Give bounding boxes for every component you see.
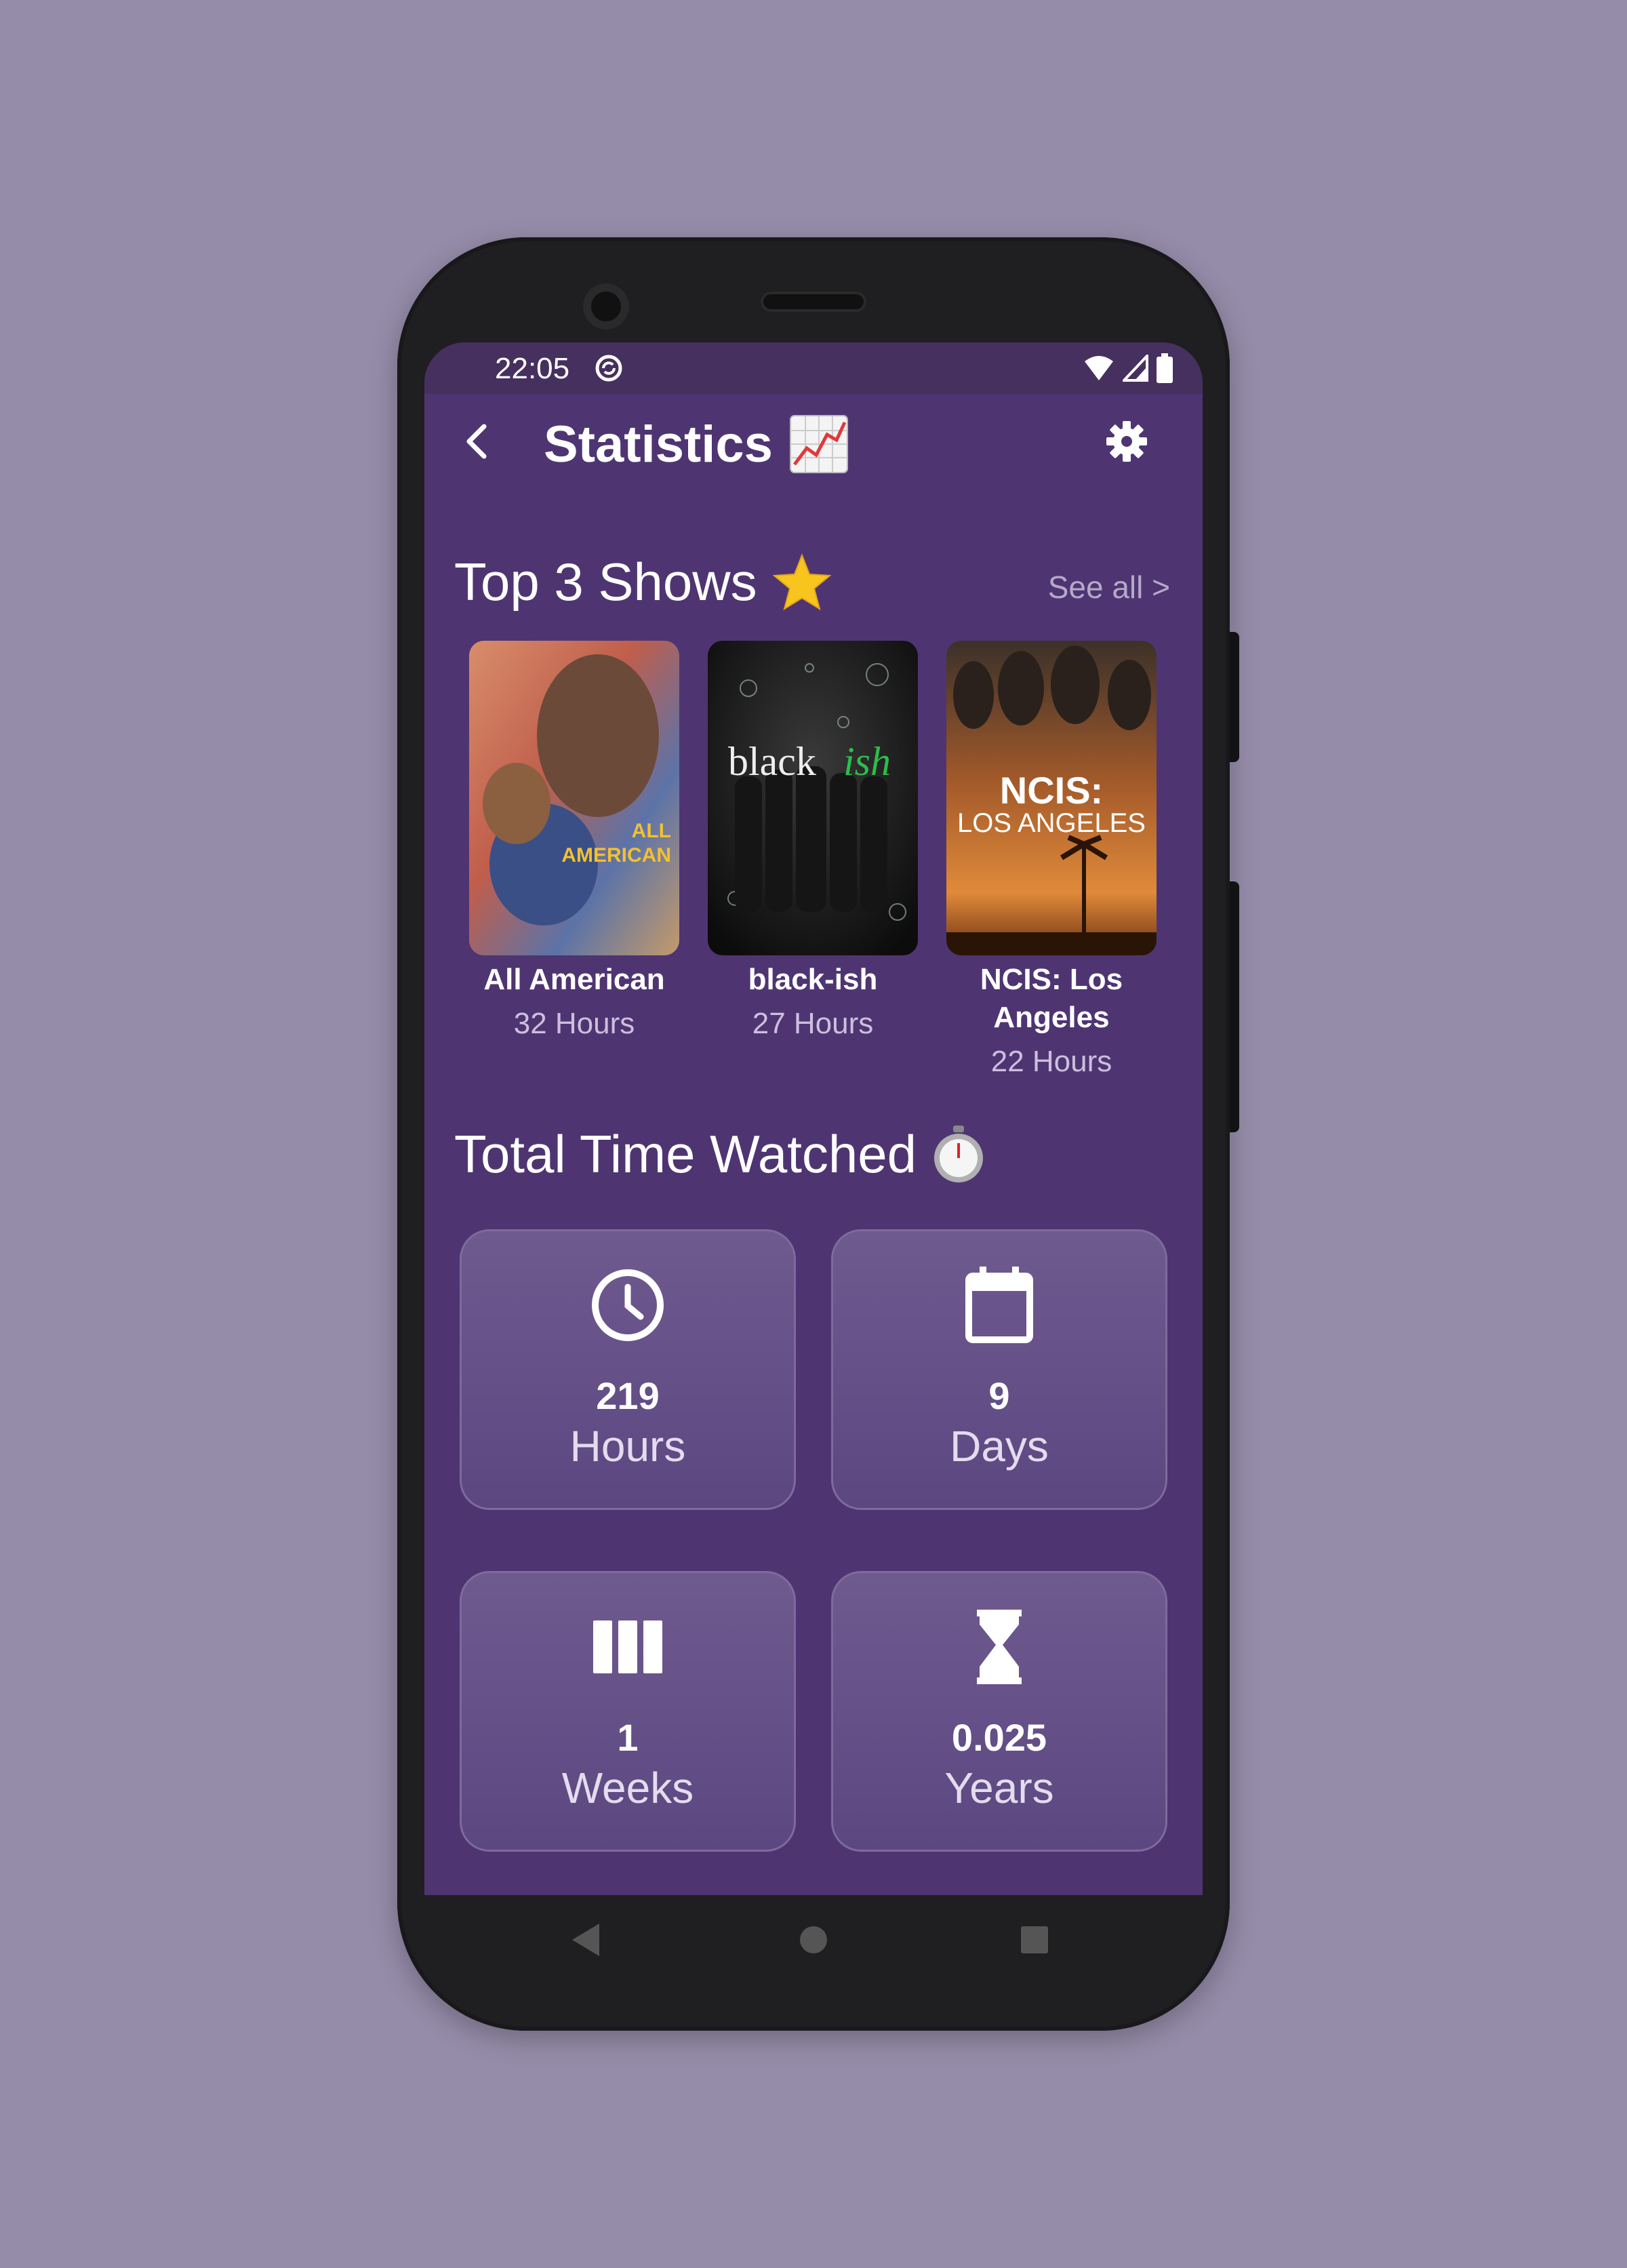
- see-all-link[interactable]: See all >: [1048, 569, 1170, 605]
- sync-icon: [595, 355, 622, 382]
- poster-text-1b: AMERICAN: [561, 844, 671, 867]
- wifi-icon: [1085, 356, 1113, 380]
- stat-unit: Hours: [569, 1422, 686, 1471]
- clock-icon: [592, 1269, 664, 1341]
- star-icon: [772, 553, 832, 610]
- back-button[interactable]: [454, 417, 503, 466]
- show-hours: 32 Hours: [513, 1007, 635, 1040]
- stat-value: 0.025: [951, 1716, 1047, 1759]
- show-poster-ncis-los-angeles[interactable]: NCIS: LOS ANGELES: [946, 641, 1157, 955]
- show-poster-all-american[interactable]: ALL AMERICAN: [469, 641, 679, 955]
- stat-unit: Years: [944, 1764, 1054, 1812]
- show-name: NCIS: Los Angeles: [940, 961, 1163, 1037]
- nav-back-icon[interactable]: [569, 1922, 602, 1957]
- battery-icon: [1157, 353, 1173, 383]
- total-time-heading-text: Total Time Watched: [454, 1124, 917, 1184]
- app-bar: Statistics: [424, 394, 1203, 496]
- show-name-line: Angeles: [993, 1001, 1110, 1034]
- week-columns-icon: [593, 1620, 662, 1673]
- show-hours: 27 Hours: [752, 1007, 874, 1040]
- stat-card-hours: 219 Hours: [460, 1229, 796, 1510]
- stat-value: 219: [596, 1374, 660, 1417]
- stopwatch-icon: [934, 1125, 984, 1182]
- system-nav-bar: [424, 1895, 1203, 1985]
- stat-unit: Days: [950, 1422, 1049, 1471]
- show-hours: 22 Hours: [990, 1045, 1112, 1078]
- poster-text-3a: NCIS:: [1000, 769, 1103, 812]
- page-title-text: Statistics: [544, 415, 773, 473]
- status-time: 22:05: [495, 352, 570, 385]
- stat-card-days: 9 Days: [831, 1229, 1167, 1510]
- app-screen: 22:05 Statistics Top 3 Shows See all > A…: [424, 342, 1203, 1895]
- top-shows-heading-text: Top 3 Shows: [454, 552, 757, 612]
- show-name: All American: [483, 963, 665, 996]
- status-icons: [1083, 353, 1173, 383]
- chart-increasing-icon: [789, 415, 848, 473]
- hourglass-icon: [977, 1610, 1022, 1684]
- front-camera: [583, 283, 629, 330]
- show-poster-black-ish[interactable]: black ish: [708, 641, 918, 955]
- poster-text-1a: ALL: [632, 820, 671, 842]
- calendar-icon: [965, 1267, 1033, 1343]
- status-bar: 22:05: [424, 342, 1203, 394]
- nav-home-icon[interactable]: [797, 1924, 830, 1956]
- stat-value: 1: [617, 1716, 639, 1759]
- poster-text-2a: black: [728, 739, 816, 784]
- nav-recents-icon[interactable]: [1020, 1925, 1049, 1955]
- earpiece-speaker: [761, 292, 866, 312]
- total-time-heading: Total Time Watched: [454, 1123, 986, 1185]
- stat-value: 9: [988, 1374, 1010, 1417]
- poster-text-2b: ish: [843, 739, 891, 784]
- stat-unit: Weeks: [561, 1764, 694, 1812]
- page-title: Statistics: [544, 414, 849, 474]
- signal-icon: [1123, 355, 1148, 382]
- stat-card-years: 0.025 Years: [831, 1571, 1167, 1852]
- settings-gear-icon[interactable]: [1104, 418, 1150, 464]
- poster-text-3b: LOS ANGELES: [957, 808, 1146, 838]
- show-name-line: NCIS: Los: [980, 963, 1123, 996]
- show-name: black-ish: [748, 963, 878, 996]
- stat-card-weeks: 1 Weeks: [460, 1571, 796, 1852]
- top-shows-heading: Top 3 Shows: [454, 551, 832, 613]
